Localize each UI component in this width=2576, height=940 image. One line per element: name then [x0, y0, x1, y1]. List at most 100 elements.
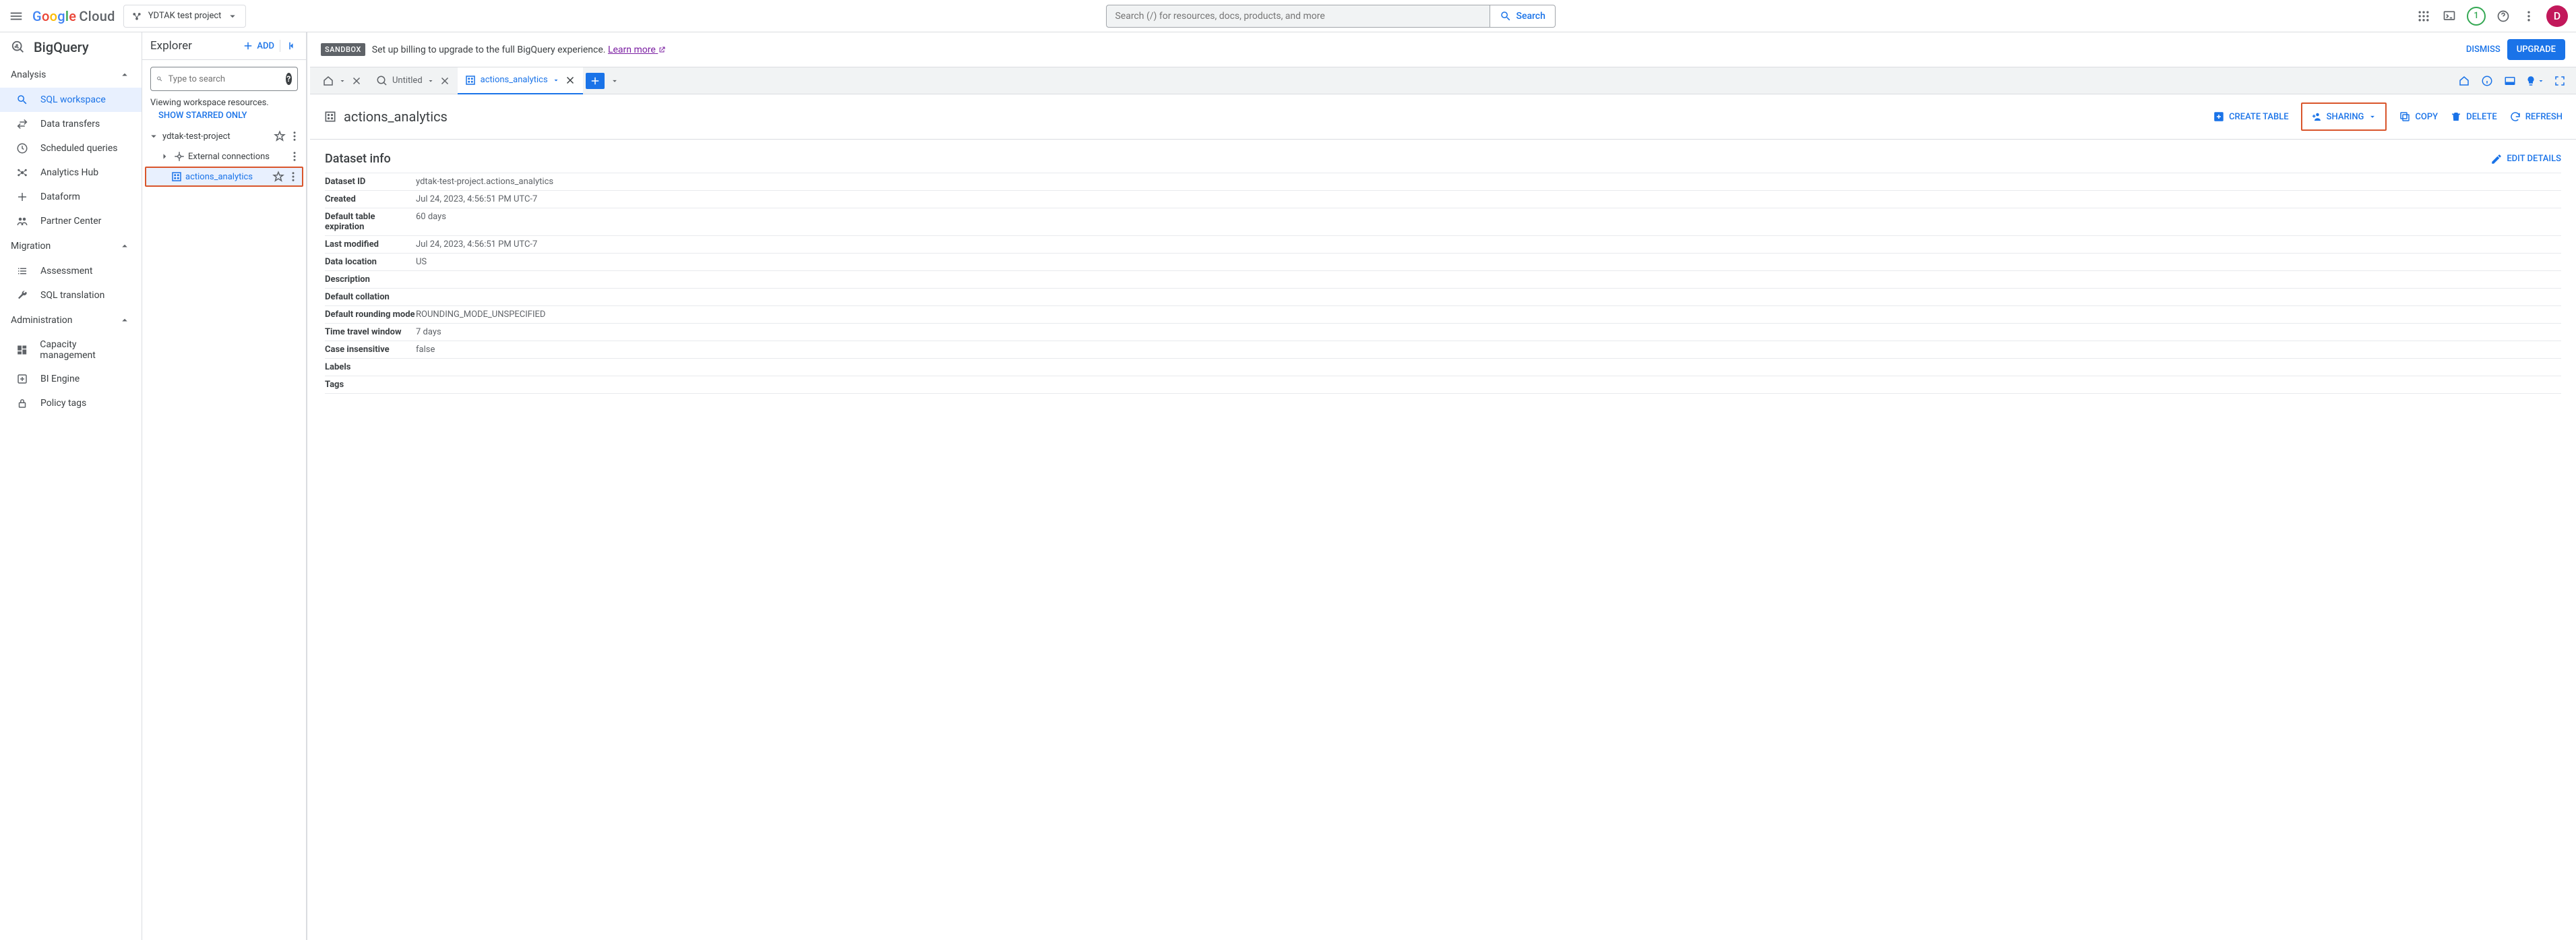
nav-item-pt[interactable]: Policy tags — [0, 391, 142, 415]
info-label: Time travel window — [325, 327, 416, 337]
main-pane: SANDBOX Set up billing to upgrade to the… — [310, 32, 2576, 940]
info-value: ROUNDING_MODE_UNSPECIFIED — [416, 310, 545, 320]
product-header: BigQuery — [0, 32, 142, 62]
info-row: Default collation — [325, 288, 2561, 305]
show-starred-link[interactable]: SHOW STARRED ONLY — [142, 108, 306, 126]
nav-section-administration[interactable]: Administration — [0, 307, 142, 333]
avatar[interactable]: D — [2546, 5, 2568, 27]
nav-item-st[interactable]: SQL translation — [0, 283, 142, 307]
explorer-tree: ydtak-test-project External connections … — [142, 126, 306, 187]
caret-down-icon — [148, 130, 160, 142]
apps-icon[interactable] — [2416, 8, 2432, 24]
bulb-icon — [2525, 75, 2537, 87]
explorer-search-input[interactable] — [168, 74, 280, 84]
nav-item-sq[interactable]: Scheduled queries — [0, 136, 142, 160]
more-icon[interactable] — [287, 171, 299, 183]
star-icon[interactable] — [274, 130, 286, 142]
info-icon[interactable] — [2479, 73, 2495, 89]
menu-icon[interactable] — [8, 8, 24, 24]
info-label: Data location — [325, 257, 416, 267]
search-input[interactable] — [1115, 11, 1481, 22]
refresh-button[interactable]: REFRESH — [2509, 111, 2563, 123]
dataset-icon — [464, 74, 477, 86]
more-icon[interactable] — [288, 130, 301, 142]
google-cloud-logo[interactable]: Google Cloud — [32, 8, 115, 24]
tab-untitled[interactable]: Untitled — [369, 67, 458, 94]
nav-item-bi[interactable]: BI Engine — [0, 367, 142, 391]
nav-item-pc[interactable]: Partner Center — [0, 209, 142, 233]
tab-bar: Untitled actions_analytics — [310, 67, 2576, 94]
explorer-search[interactable]: ? — [150, 67, 298, 91]
sharing-button[interactable]: SHARING — [2301, 102, 2387, 131]
learn-more-link[interactable]: Learn more — [608, 45, 666, 55]
edit-details-button[interactable]: EDIT DETAILS — [2490, 153, 2561, 165]
upgrade-button[interactable]: UPGRADE — [2507, 39, 2565, 60]
project-picker[interactable]: YDTAK test project — [123, 5, 247, 28]
info-row: Description — [325, 270, 2561, 288]
close-icon[interactable] — [564, 74, 576, 86]
nav-section-analysis[interactable]: Analysis — [0, 62, 142, 88]
content-header: actions_analytics CREATE TABLE SHARING C… — [310, 94, 2576, 140]
more-icon[interactable] — [2521, 8, 2537, 24]
delete-button[interactable]: DELETE — [2450, 111, 2497, 123]
home-shortcut-icon[interactable] — [2456, 73, 2472, 89]
info-row: CreatedJul 24, 2023, 4:56:51 PM UTC-7 — [325, 190, 2561, 208]
search-icon — [1500, 10, 1512, 22]
tree-dataset-actions-analytics[interactable]: actions_analytics — [145, 167, 303, 187]
info-row: Labels — [325, 358, 2561, 376]
plus-icon — [589, 75, 601, 87]
lock-icon — [16, 397, 28, 409]
info-value: 60 days — [416, 212, 446, 232]
fullscreen-icon[interactable] — [2552, 73, 2568, 89]
refresh-icon — [2509, 111, 2521, 123]
help-icon[interactable] — [2495, 8, 2511, 24]
nav-item-asm[interactable]: Assessment — [0, 259, 142, 283]
nav-section-migration[interactable]: Migration — [0, 233, 142, 259]
nav-item-cm[interactable]: Capacity management — [0, 333, 142, 367]
info-label: Labels — [325, 362, 416, 372]
clock-icon — [16, 142, 28, 154]
tree-external-connections[interactable]: External connections — [145, 146, 303, 167]
dismiss-button[interactable]: DISMISS — [2466, 45, 2501, 55]
search-input-wrap[interactable] — [1106, 5, 1490, 28]
dataform-icon — [16, 191, 28, 203]
info-row: Dataset IDydtak-test-project.actions_ana… — [325, 173, 2561, 190]
new-tab-button[interactable] — [586, 73, 605, 89]
explorer-title: Explorer — [150, 39, 192, 53]
more-icon[interactable] — [288, 150, 301, 163]
search-button[interactable]: Search — [1490, 5, 1555, 28]
explorer-pane: Explorer ADD ? Viewing workspace resourc… — [142, 32, 307, 940]
add-button[interactable]: ADD — [242, 40, 274, 52]
tab-home[interactable] — [315, 67, 369, 94]
nav-item-df[interactable]: Dataform — [0, 185, 142, 209]
help-icon[interactable]: ? — [286, 73, 293, 85]
info-value: Jul 24, 2023, 4:56:51 PM UTC-7 — [416, 239, 537, 249]
info-value: false — [416, 345, 435, 355]
copy-button[interactable]: COPY — [2399, 111, 2438, 123]
create-table-button[interactable]: CREATE TABLE — [2213, 111, 2289, 123]
cloud-shell-icon[interactable] — [2441, 8, 2457, 24]
info-label: Default table expiration — [325, 212, 416, 232]
nav-item-sql[interactable]: SQL workspace — [0, 88, 142, 112]
info-label: Dataset ID — [325, 177, 416, 187]
dataset-icon — [171, 171, 183, 183]
tab-actions-analytics[interactable]: actions_analytics — [458, 67, 583, 94]
swap-icon — [16, 118, 28, 130]
nav-item-ah[interactable]: Analytics Hub — [0, 160, 142, 185]
info-row: Last modifiedJul 24, 2023, 4:56:51 PM UT… — [325, 235, 2561, 253]
notifications-badge[interactable]: 1 — [2467, 7, 2486, 26]
close-icon[interactable] — [350, 75, 363, 87]
info-label: Default collation — [325, 292, 416, 302]
caret-down-icon — [338, 77, 346, 85]
panel-icon[interactable] — [2502, 73, 2518, 89]
person-add-icon — [2310, 111, 2323, 123]
insights-button[interactable] — [2525, 75, 2545, 87]
tree-project[interactable]: ydtak-test-project — [145, 126, 303, 146]
caret-down-icon[interactable] — [610, 76, 619, 86]
close-icon[interactable] — [439, 75, 451, 87]
external-link-icon — [658, 46, 666, 54]
nav-item-dt[interactable]: Data transfers — [0, 112, 142, 136]
collapse-panel-button[interactable] — [280, 40, 298, 52]
info-label: Description — [325, 274, 416, 285]
star-icon[interactable] — [272, 171, 284, 183]
